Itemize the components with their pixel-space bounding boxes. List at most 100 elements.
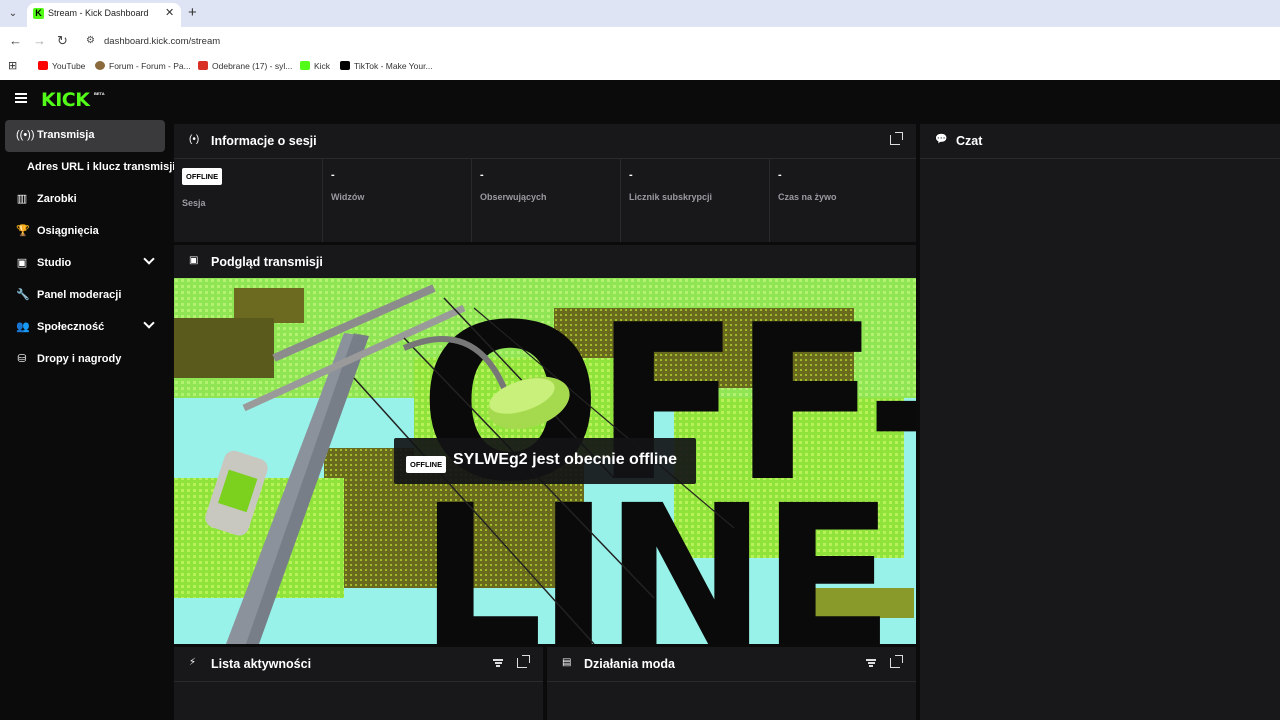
browser-tab[interactable]: K Stream - Kick Dashboard ✕: [27, 3, 181, 27]
tab-title: Stream - Kick Dashboard: [48, 8, 149, 18]
panel-title: Działania moda: [584, 657, 675, 671]
beta-label: BETA: [94, 91, 105, 96]
close-icon[interactable]: ✕: [165, 6, 174, 19]
sidebar-item-transmisja[interactable]: ((•)) Transmisja: [5, 120, 165, 152]
chart-icon: ▥: [16, 193, 28, 205]
offline-message: SYLWEg2 jest obecnie offline: [453, 451, 678, 468]
activity-panel: ⚡ Lista aktywności: [174, 647, 543, 720]
stat-label: Czas na żywo: [778, 192, 837, 202]
panel-title: Podgląd transmisji: [211, 255, 323, 269]
sidebar-item-label: Adres URL i klucz transmisji: [27, 161, 176, 173]
bookmark-tiktok[interactable]: TikTok - Make Your...: [340, 61, 433, 71]
divider: [920, 158, 1280, 159]
stat-session: OFFLINE Sesja: [174, 158, 323, 242]
chat-icon: 💬: [935, 134, 948, 145]
sidebar-item-spolecznosc[interactable]: 👥 Społeczność: [5, 312, 165, 344]
gmail-icon: [198, 61, 208, 70]
stat-live-time: - Czas na żywo: [770, 158, 916, 242]
stat-viewers: - Widzów: [323, 158, 472, 242]
broadcast-icon: (•): [189, 134, 200, 145]
back-icon[interactable]: ←: [9, 33, 22, 48]
stat-value: -: [331, 169, 335, 181]
session-stats: OFFLINE Sesja - Widzów - Obserwujących -…: [174, 158, 916, 242]
new-tab-icon[interactable]: +: [188, 4, 197, 21]
apps-grid-icon[interactable]: ⊞: [8, 59, 17, 72]
address-bar[interactable]: ⚙ dashboard.kick.com/stream: [78, 30, 1280, 54]
offline-badge: OFFLINE: [182, 168, 223, 185]
browser-tab-strip: ⌄ K Stream - Kick Dashboard ✕ +: [0, 0, 1280, 27]
sidebar-item-studio[interactable]: ▣ Studio: [5, 248, 165, 280]
sidebar-item-label: Społeczność: [37, 321, 105, 333]
url-text[interactable]: dashboard.kick.com/stream: [104, 36, 220, 47]
bookmark-label: TikTok - Make Your...: [354, 61, 433, 71]
bookmark-kick[interactable]: Kick: [300, 61, 330, 71]
bookmark-label: YouTube: [52, 61, 86, 71]
sidebar-item-label: Studio: [37, 257, 72, 269]
forward-icon[interactable]: →: [33, 33, 46, 48]
stat-label: Licznik subskrypcji: [629, 192, 713, 202]
stat-value: -: [629, 169, 633, 181]
sidebar-item-osiagniecia[interactable]: 🏆 Osiągnięcia: [5, 216, 165, 248]
lightning-icon: ⚡: [189, 657, 197, 668]
broadcast-icon: ((•)): [16, 129, 35, 141]
stat-label: Obserwujących: [480, 192, 547, 202]
panel-title: Czat: [956, 134, 983, 148]
filter-icon[interactable]: [866, 659, 876, 667]
stat-subscriptions: - Licznik subskrypcji: [621, 158, 770, 242]
sidebar-item-label: Panel moderacji: [37, 289, 122, 301]
mod-actions-panel: ▤ Działania moda: [547, 647, 916, 720]
sidebar-item-label: Zarobki: [37, 193, 77, 205]
top-bar: KICK BETA: [0, 80, 1280, 120]
stream-preview[interactable]: OFF- LINE OFFLINE SYLWEg2 jest obecnie o…: [174, 278, 916, 644]
chevron-down-icon[interactable]: [143, 317, 155, 329]
popout-icon[interactable]: [890, 132, 903, 145]
status-badge: OFFLINE: [406, 454, 447, 473]
divider: [547, 681, 916, 682]
community-icon: 👥: [16, 321, 30, 333]
stat-value: -: [778, 169, 782, 181]
reload-icon[interactable]: ↻: [57, 33, 68, 49]
panel-title: Informacje o sesji: [211, 134, 317, 148]
sidebar-item-label: Transmisja: [37, 129, 95, 141]
bookmark-label: Forum - Forum - Pa...: [109, 61, 191, 71]
filter-icon[interactable]: [493, 659, 503, 667]
sidebar-item-stream-key[interactable]: Adres URL i klucz transmisji: [5, 152, 175, 184]
art-text-line: LINE: [419, 463, 888, 644]
browser-toolbar: ← → ↻ ⚙ dashboard.kick.com/stream: [0, 27, 1280, 56]
offline-overlay: OFFLINE SYLWEg2 jest obecnie offline: [394, 438, 696, 484]
drops-icon: ⛁: [17, 353, 27, 365]
divider: [174, 681, 543, 682]
tiktok-icon: [340, 61, 350, 70]
bookmark-forum[interactable]: Forum - Forum - Pa...: [95, 61, 191, 71]
forum-icon: [95, 61, 105, 70]
bookmark-label: Kick: [314, 61, 331, 71]
bookmark-gmail[interactable]: Odebrane (17) - syl...: [198, 61, 292, 71]
tab-search-icon[interactable]: ⌄: [5, 6, 21, 22]
sidebar: ((•)) Transmisja Adres URL i klucz trans…: [0, 120, 175, 720]
sidebar-item-zarobki[interactable]: ▥ Zarobki: [5, 184, 165, 216]
chat-panel: 💬 Czat: [920, 124, 1280, 720]
panel-title: Lista aktywności: [211, 657, 312, 671]
offline-badge: OFFLINE: [406, 456, 447, 473]
sidebar-item-dropy[interactable]: ⛁ Dropy i nagrody: [5, 344, 165, 376]
trophy-icon: 🏆: [16, 225, 30, 237]
stream-preview-header: ▣ Podgląd transmisji: [174, 245, 916, 279]
kick-logo[interactable]: KICK: [41, 89, 90, 111]
site-info-icon[interactable]: ⚙: [86, 35, 95, 46]
sidebar-item-panel-moderacji[interactable]: 🔧 Panel moderacji: [5, 280, 165, 312]
dashboard: KICK BETA ((•)) Transmisja Adres URL i k…: [0, 80, 1280, 720]
bookmark-youtube[interactable]: YouTube: [38, 61, 85, 71]
stat-value: -: [480, 169, 484, 181]
wrench-icon: 🔧: [16, 289, 30, 301]
sidebar-item-label: Osiągnięcia: [37, 225, 99, 237]
chevron-down-icon[interactable]: [143, 253, 155, 265]
status-badge: OFFLINE: [182, 168, 223, 185]
popout-icon[interactable]: [517, 655, 530, 668]
stat-label: Sesja: [182, 198, 206, 208]
kick-favicon-icon: K: [33, 8, 44, 19]
popout-icon[interactable]: [890, 655, 903, 668]
hamburger-menu-icon[interactable]: [15, 93, 27, 103]
kick-icon: [300, 61, 310, 70]
stat-followers: - Obserwujących: [472, 158, 621, 242]
bookmark-label: Odebrane (17) - syl...: [212, 61, 293, 71]
